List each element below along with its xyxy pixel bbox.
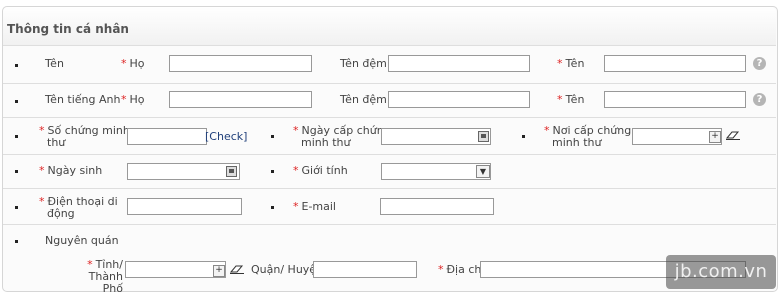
calendar-icon[interactable] <box>478 131 489 142</box>
name-label: Tên <box>45 57 64 70</box>
last-name-label: * Họ <box>121 57 145 70</box>
divider <box>3 188 776 189</box>
province-label: * Tỉnh/ Thành Phố <box>87 258 123 295</box>
email-input[interactable] <box>380 198 494 215</box>
bullet <box>15 135 18 138</box>
first-name-label: * Tên <box>557 57 585 70</box>
divider <box>3 45 776 46</box>
eraser-icon[interactable] <box>230 264 244 274</box>
help-icon[interactable]: ? <box>753 93 766 106</box>
chevron-down-icon[interactable]: ▼ <box>476 165 490 178</box>
middle-name-label: Tên đệm <box>340 57 387 70</box>
plus-icon[interactable]: + <box>213 265 225 277</box>
divider <box>3 117 776 118</box>
bullet <box>15 100 18 103</box>
address-label: * Địa chỉ <box>438 263 485 276</box>
divider <box>3 83 776 84</box>
section-title: Thông tin cá nhân <box>7 22 129 36</box>
province-input[interactable] <box>125 261 226 278</box>
bullet <box>271 170 274 173</box>
calendar-icon[interactable] <box>226 166 237 177</box>
check-link[interactable]: [Check] <box>205 130 247 143</box>
english-name-label: Tên tiếng Anh <box>45 93 121 106</box>
english-middle-name-input[interactable] <box>388 91 530 108</box>
email-label: * E-mail <box>293 200 336 213</box>
english-first-name-input[interactable] <box>604 91 746 108</box>
bullet <box>15 64 18 67</box>
english-middle-name-label: Tên đệm <box>340 93 387 106</box>
personal-info-panel <box>2 6 778 292</box>
bullet <box>15 240 18 243</box>
phone-label: * Điện thoại di động <box>39 195 118 220</box>
english-first-name-label: * Tên <box>557 93 585 106</box>
first-name-input[interactable] <box>604 55 746 72</box>
issue-date-label: * Ngày cấp chứng minh thư <box>293 124 391 149</box>
bullet <box>15 206 18 209</box>
middle-name-input[interactable] <box>388 55 530 72</box>
bullet <box>271 135 274 138</box>
id-number-label: * Số chứng minh thư <box>39 124 130 149</box>
bullet <box>522 135 525 138</box>
plus-icon[interactable]: + <box>709 131 721 143</box>
origin-label: Nguyên quán <box>45 234 119 247</box>
divider <box>3 224 776 225</box>
bullet <box>271 206 274 209</box>
english-last-name-label: * Họ <box>121 93 145 106</box>
birthday-input[interactable] <box>127 163 240 180</box>
bullet <box>15 170 18 173</box>
help-icon[interactable]: ? <box>753 57 766 70</box>
english-last-name-input[interactable] <box>169 91 312 108</box>
gender-select[interactable] <box>381 163 491 180</box>
id-number-input[interactable] <box>127 128 207 145</box>
issue-date-input[interactable] <box>381 128 491 145</box>
eraser-icon[interactable] <box>726 130 740 140</box>
gender-label: * Giới tính <box>293 164 348 177</box>
last-name-input[interactable] <box>169 55 312 72</box>
phone-input[interactable] <box>127 198 242 215</box>
birthday-label: * Ngày sinh <box>39 164 103 177</box>
watermark-logo: jb.com.vn <box>666 255 776 289</box>
issue-place-label: * Nơi cấp chứng minh thư <box>544 124 632 149</box>
divider <box>3 154 776 155</box>
district-input[interactable] <box>313 261 417 278</box>
